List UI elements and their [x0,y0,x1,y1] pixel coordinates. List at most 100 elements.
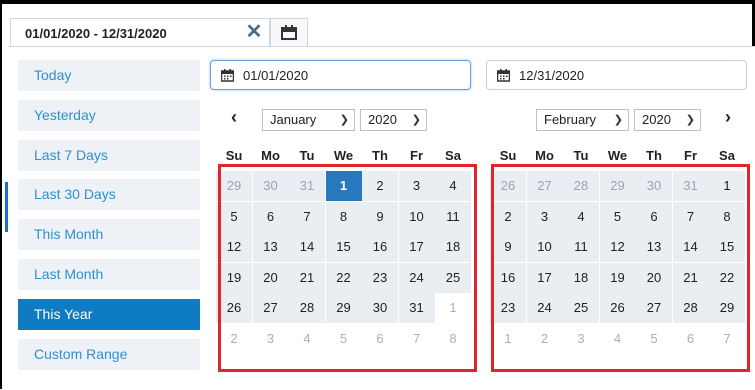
day-cell[interactable]: 24 [526,293,563,323]
day-cell[interactable]: 5 [325,323,362,354]
day-cell[interactable]: 26 [216,293,252,323]
day-cell[interactable]: 15 [325,232,362,262]
day-cell[interactable]: 8 [709,201,745,232]
day-cell[interactable]: 3 [252,323,289,354]
day-cell[interactable]: 4 [599,323,636,354]
day-cell[interactable]: 29 [709,293,745,323]
day-cell[interactable]: 10 [526,232,563,262]
next-month-button[interactable]: › [721,107,735,128]
day-cell[interactable]: 22 [709,262,745,293]
day-cell[interactable]: 28 [563,171,599,201]
day-cell[interactable]: 21 [672,262,709,293]
day-cell[interactable]: 29 [599,171,636,201]
day-cell[interactable]: 29 [216,171,252,201]
day-cell[interactable]: 1 [709,171,745,201]
day-cell[interactable]: 28 [672,293,709,323]
day-cell[interactable]: 1 [325,171,362,201]
day-cell[interactable]: 23 [362,262,398,293]
day-cell[interactable]: 16 [362,232,398,262]
range-option-this-month[interactable]: This Month [18,219,200,251]
day-cell[interactable]: 29 [325,293,362,323]
day-cell[interactable]: 4 [563,201,599,232]
day-cell[interactable]: 5 [599,201,636,232]
day-cell[interactable]: 7 [709,323,745,354]
day-cell[interactable]: 2 [362,171,398,201]
range-option-custom-range[interactable]: Custom Range [18,338,200,370]
day-cell[interactable]: 3 [563,323,599,354]
day-cell[interactable]: 7 [672,201,709,232]
day-cell[interactable]: 19 [216,262,252,293]
day-cell[interactable]: 31 [398,293,435,323]
day-cell[interactable]: 1 [435,293,471,323]
day-cell[interactable]: 6 [636,201,672,232]
day-cell[interactable]: 2 [526,323,563,354]
day-cell[interactable]: 8 [325,201,362,232]
day-cell[interactable]: 12 [216,232,252,262]
day-cell[interactable]: 10 [398,201,435,232]
day-cell[interactable]: 30 [362,293,398,323]
day-cell[interactable]: 28 [289,293,325,323]
day-cell[interactable]: 8 [435,323,471,354]
calendar-toggle-button[interactable] [270,18,308,46]
day-cell[interactable]: 7 [289,201,325,232]
day-cell[interactable]: 18 [435,232,471,262]
day-cell[interactable]: 2 [490,201,526,232]
day-cell[interactable]: 1 [490,323,526,354]
day-cell[interactable]: 19 [599,262,636,293]
day-cell[interactable]: 9 [490,232,526,262]
day-cell[interactable]: 14 [289,232,325,262]
day-cell[interactable]: 15 [709,232,745,262]
right-year-select[interactable]: 2020 ❯ [634,109,701,131]
day-cell[interactable]: 20 [252,262,289,293]
day-cell[interactable]: 13 [252,232,289,262]
day-cell[interactable]: 22 [325,262,362,293]
prev-month-button[interactable]: ‹ [227,107,241,128]
right-month-select[interactable]: February ❯ [536,109,629,131]
day-cell[interactable]: 30 [252,171,289,201]
range-option-today[interactable]: Today [18,60,200,91]
day-cell[interactable]: 24 [398,262,435,293]
day-cell[interactable]: 18 [563,262,599,293]
day-cell[interactable]: 2 [216,323,252,354]
day-cell[interactable]: 30 [636,171,672,201]
day-cell[interactable]: 7 [398,323,435,354]
day-cell[interactable]: 3 [526,201,563,232]
range-option-last-30-days[interactable]: Last 30 Days [18,179,200,211]
day-cell[interactable]: 9 [362,201,398,232]
range-option-last-month[interactable]: Last Month [18,259,200,290]
day-cell[interactable]: 12 [599,232,636,262]
day-cell[interactable]: 5 [216,201,252,232]
day-cell[interactable]: 20 [636,262,672,293]
day-cell[interactable]: 14 [672,232,709,262]
day-cell[interactable]: 4 [289,323,325,354]
day-cell[interactable]: 17 [526,262,563,293]
day-cell[interactable]: 25 [563,293,599,323]
day-cell[interactable]: 27 [526,171,563,201]
left-month-select[interactable]: January ❯ [262,109,355,131]
clear-icon[interactable]: ✕ [244,20,264,44]
day-cell[interactable]: 4 [435,171,471,201]
range-option-this-year[interactable]: This Year [18,298,200,330]
day-cell[interactable]: 26 [599,293,636,323]
day-cell[interactable]: 27 [636,293,672,323]
day-cell[interactable]: 16 [490,262,526,293]
left-year-select[interactable]: 2020 ❯ [360,109,427,131]
day-cell[interactable]: 6 [362,323,398,354]
day-cell[interactable]: 23 [490,293,526,323]
day-cell[interactable]: 11 [563,232,599,262]
day-cell[interactable]: 5 [636,323,672,354]
range-option-last-7-days[interactable]: Last 7 Days [18,139,200,171]
day-cell[interactable]: 26 [490,171,526,201]
day-cell[interactable]: 6 [252,201,289,232]
day-cell[interactable]: 13 [636,232,672,262]
day-cell[interactable]: 25 [435,262,471,293]
day-cell[interactable]: 6 [672,323,709,354]
day-cell[interactable]: 27 [252,293,289,323]
day-cell[interactable]: 11 [435,201,471,232]
start-date-field[interactable]: 01/01/2020 [210,60,471,90]
day-cell[interactable]: 21 [289,262,325,293]
day-cell[interactable]: 17 [398,232,435,262]
day-cell[interactable]: 31 [672,171,709,201]
range-option-yesterday[interactable]: Yesterday [18,99,200,131]
day-cell[interactable]: 31 [289,171,325,201]
